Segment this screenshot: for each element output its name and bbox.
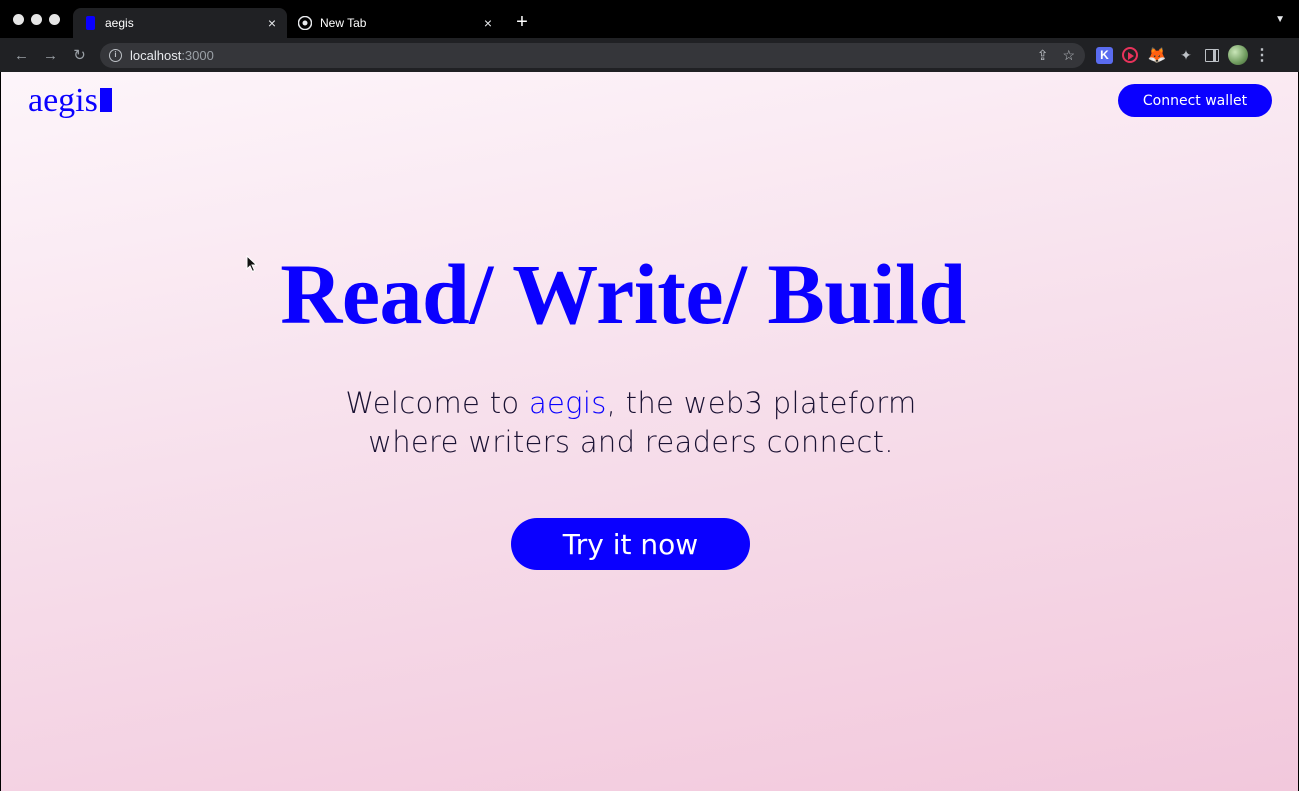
logo-text: aegis: [28, 82, 98, 119]
tab-title: aegis: [105, 16, 134, 30]
chrome-icon: [298, 16, 312, 30]
k-extension-icon[interactable]: K: [1096, 46, 1113, 64]
browser-toolbar: ← → ↻ i localhost:3000 ⇪ ☆ K 🦊 ✦ ⋮: [0, 38, 1299, 72]
tab-close-icon[interactable]: ×: [263, 15, 281, 31]
metamask-fox-icon[interactable]: 🦊: [1147, 45, 1167, 65]
bookmark-star-icon[interactable]: ☆: [1062, 47, 1075, 64]
subtitle-text: , the web3 plateform: [606, 386, 917, 420]
hero-subtitle: Welcome to aegis, the web3 plateform whe…: [1, 384, 1261, 462]
extensions-bar: K 🦊 ✦ ⋮: [1096, 45, 1270, 65]
url-text[interactable]: localhost:3000: [130, 48, 214, 63]
subtitle-text: Welcome to: [345, 386, 529, 420]
aegis-favicon-icon: [86, 16, 95, 30]
reload-icon[interactable]: ↻: [65, 41, 94, 69]
logo-block-icon: [99, 88, 112, 112]
profile-avatar[interactable]: [1228, 45, 1248, 65]
subtitle-brand: aegis: [528, 386, 607, 420]
side-panel-icon[interactable]: [1205, 48, 1219, 62]
tab-new-tab[interactable]: New Tab ×: [289, 8, 503, 38]
address-bar[interactable]: i localhost:3000 ⇪ ☆: [100, 43, 1085, 68]
more-menu-icon[interactable]: ⋮: [1254, 45, 1270, 65]
zoom-window-button[interactable]: [49, 14, 60, 25]
forward-arrow-icon[interactable]: →: [36, 41, 65, 69]
tab-aegis[interactable]: aegis ×: [73, 8, 287, 38]
minimize-window-button[interactable]: [31, 14, 42, 25]
tab-search-chevron-icon[interactable]: ▼: [1275, 14, 1285, 25]
connect-wallet-button[interactable]: Connect wallet: [1118, 84, 1272, 117]
site-info-icon[interactable]: i: [109, 49, 122, 62]
close-window-button[interactable]: [13, 14, 24, 25]
browser-tab-strip: aegis × New Tab × + ▼: [0, 0, 1299, 38]
tab-title: New Tab: [320, 16, 367, 30]
puzzle-extensions-icon[interactable]: ✦: [1176, 45, 1196, 65]
tab-close-icon[interactable]: ×: [479, 15, 497, 31]
back-arrow-icon[interactable]: ←: [7, 41, 36, 69]
subtitle-line-2: where writers and readers connect.: [368, 425, 894, 459]
hero-title: Read/ Write/ Build: [280, 246, 966, 342]
mouse-cursor-icon: [246, 255, 258, 273]
try-it-now-button[interactable]: Try it now: [511, 518, 750, 570]
aegis-logo[interactable]: aegis: [28, 82, 112, 120]
new-tab-button[interactable]: +: [512, 12, 532, 32]
share-icon[interactable]: ⇪: [1037, 47, 1049, 64]
page-viewport: aegis Connect wallet Read/ Write/ Build …: [1, 72, 1298, 791]
screen-record-icon[interactable]: [1122, 47, 1138, 63]
window-controls: [13, 14, 60, 25]
